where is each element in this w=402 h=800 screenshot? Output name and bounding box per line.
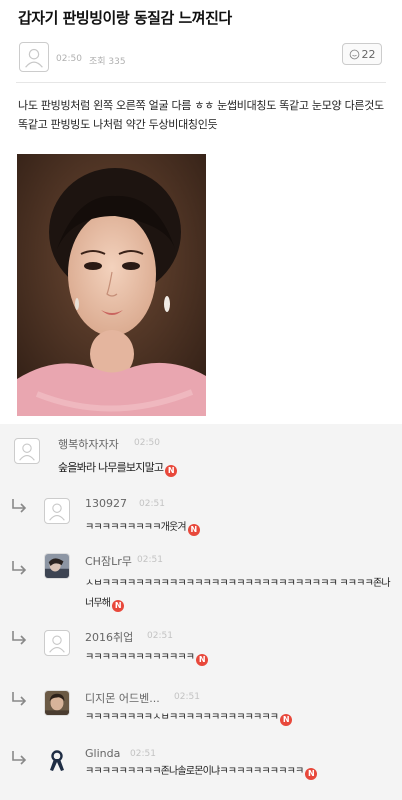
new-badge: N: [280, 714, 293, 726]
post-time: 02:50: [56, 54, 82, 64]
default-user-icon[interactable]: [44, 630, 70, 656]
profile-photo[interactable]: [44, 553, 70, 579]
reply-arrow-icon: [10, 750, 28, 766]
comment-count-button[interactable]: 22: [342, 43, 382, 65]
divider: [16, 82, 386, 83]
comment-list: 행복하자자자 02:50 숲을봐라 나무를보지말고 N 130927 02:51 …: [0, 424, 402, 800]
comment-author[interactable]: 행복하자자자: [58, 436, 119, 452]
comment-item: CH잠Lr무 02:51 ㅅㅂㅋㅋㅋㅋㅋㅋㅋㅋㅋㅋㅋㅋㅋㅋㅋㅋㅋㅋㅋㅋㅋㅋㅋㅋㅋ…: [0, 550, 402, 622]
comment-text: ㅅㅂㅋㅋㅋㅋㅋㅋㅋㅋㅋㅋㅋㅋㅋㅋㅋㅋㅋㅋㅋㅋㅋㅋㅋㅋㅋㅋㅋㅋ ㅋㅋㅋㅋ존나 너무…: [85, 578, 391, 612]
comment-count: 22: [361, 47, 376, 61]
new-badge: N: [165, 465, 178, 477]
author-avatar-icon[interactable]: [19, 42, 49, 72]
comment-time: 02:51: [174, 692, 200, 702]
comment-text: ㅋㅋㅋㅋㅋㅋㅋㅋㅋ개웃겨 N: [85, 518, 200, 538]
new-badge: N: [112, 600, 125, 612]
comment-text: ㅋㅋㅋㅋㅋㅋㅋㅋㅅㅂㅋㅋㅋㅋㅋㅋㅋㅋㅋㅋㅋㅋㅋ N: [85, 708, 293, 728]
comment-author[interactable]: 디지몬 어드벤...: [85, 690, 160, 706]
post-meta: 02:50 조회 335 22: [16, 37, 386, 77]
post-title: 갑자기 판빙빙이랑 동질감 느껴진다: [18, 9, 232, 27]
comment-text: ㅋㅋㅋㅋㅋㅋㅋㅋㅋㅋㅋㅋㅋ N: [85, 648, 209, 668]
new-badge: N: [187, 524, 200, 536]
reply-arrow-icon: [10, 498, 28, 514]
comment-author[interactable]: 2016취업: [85, 629, 133, 645]
comment-item: 2016취업 02:51 ㅋㅋㅋㅋㅋㅋㅋㅋㅋㅋㅋㅋㅋ N: [0, 622, 402, 680]
reply-arrow-icon: [10, 691, 28, 707]
post-views: 조회 335: [89, 57, 126, 67]
comment-time: 02:51: [137, 555, 163, 565]
comment-text: ㅋㅋㅋㅋㅋㅋㅋㅋㅋ존나솔로몬이냐ㅋㅋㅋㅋㅋㅋㅋㅋㅋㅋ N: [85, 762, 395, 782]
ribbon-icon[interactable]: [44, 748, 70, 774]
comment-item: Glinda 02:51 ㅋㅋㅋㅋㅋㅋㅋㅋㅋ존나솔로몬이냐ㅋㅋㅋㅋㅋㅋㅋㅋㅋㅋ N: [0, 742, 402, 800]
comment-item: 행복하자자자 02:50 숲을봐라 나무를보지말고 N: [0, 430, 402, 484]
comment-item: 디지몬 어드벤... 02:51 ㅋㅋㅋㅋㅋㅋㅋㅋㅅㅂㅋㅋㅋㅋㅋㅋㅋㅋㅋㅋㅋㅋㅋ…: [0, 682, 402, 740]
comment-time: 02:51: [147, 631, 173, 641]
comment-author[interactable]: CH잠Lr무: [85, 553, 132, 569]
post-photo[interactable]: [17, 154, 206, 416]
new-badge: N: [305, 768, 318, 780]
comment-item: 130927 02:51 ㅋㅋㅋㅋㅋㅋㅋㅋㅋ개웃겨 N: [0, 490, 402, 548]
speech-bubble-icon: [349, 49, 359, 59]
new-badge: N: [196, 654, 209, 666]
comment-text: 숲을봐라 나무를보지말고 N: [58, 458, 178, 478]
comment-author[interactable]: 130927: [85, 497, 127, 510]
reply-arrow-icon: [10, 630, 28, 646]
reply-arrow-icon: [10, 560, 28, 576]
comment-time: 02:50: [134, 438, 160, 448]
post-body: 나도 판빙빙처럼 왼쪽 오른쪽 얼굴 다름 ㅎㅎ 눈썹비대칭도 똑같고 눈모양 …: [18, 99, 384, 131]
comment-time: 02:51: [130, 749, 156, 759]
default-user-icon[interactable]: [14, 438, 40, 464]
default-user-icon[interactable]: [44, 498, 70, 524]
post-card: 갑자기 판빙빙이랑 동질감 느껴진다 02:50 조회 335 22 나도 판빙…: [0, 0, 402, 424]
comment-time: 02:51: [139, 499, 165, 509]
comment-author[interactable]: Glinda: [85, 747, 120, 760]
profile-photo[interactable]: [44, 690, 70, 716]
